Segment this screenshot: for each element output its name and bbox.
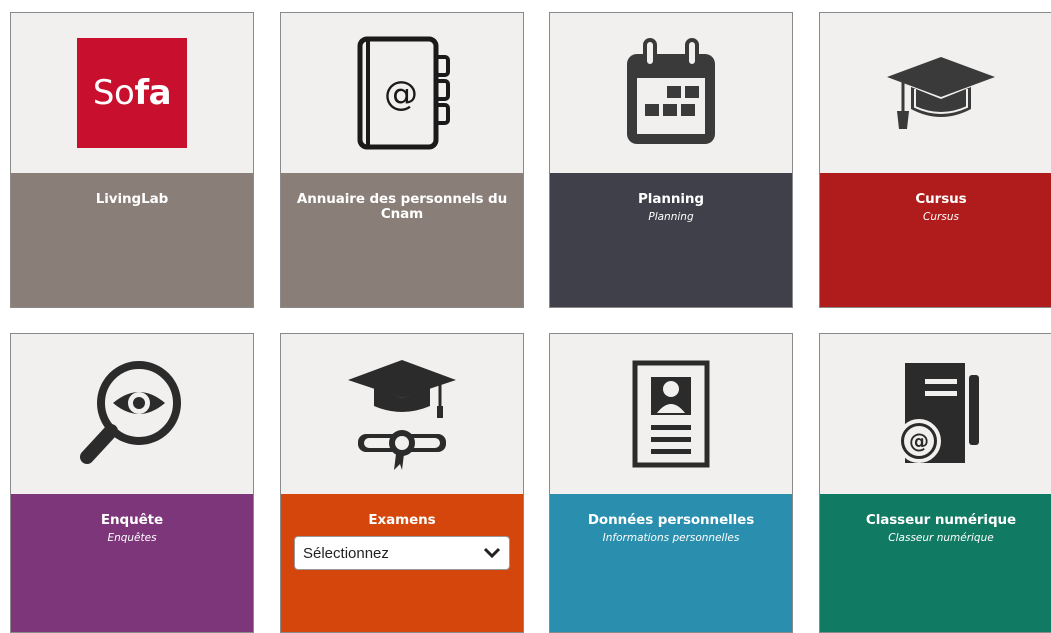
sofa-logo-text-bold: fa xyxy=(134,73,172,113)
folder-at-icon: @ xyxy=(897,363,979,463)
address-book-icon: @ xyxy=(357,36,450,150)
tile-livinglab[interactable]: So fa LivingLab xyxy=(10,12,254,308)
tile-subtitle: Planning xyxy=(648,211,694,223)
tile-label-area: Planning Planning xyxy=(550,173,792,307)
tile-title: LivingLab xyxy=(95,191,169,207)
tile-title: Cursus xyxy=(915,191,967,207)
tile-subtitle: Informations personnelles xyxy=(602,532,740,544)
examens-select[interactable]: Sélectionnez xyxy=(294,536,510,570)
tile-label-area: Classeur numérique Classeur numérique xyxy=(820,494,1051,632)
tile-examens[interactable]: Examens Sélectionnez xyxy=(280,333,524,633)
tile-subtitle: Enquêtes xyxy=(107,532,157,544)
tile-planning[interactable]: Planning Planning xyxy=(549,12,793,308)
tile-icon-area xyxy=(281,334,523,494)
tile-icon-area xyxy=(550,334,792,494)
tile-label-area: Examens Sélectionnez xyxy=(281,494,523,632)
tile-subtitle: Classeur numérique xyxy=(888,532,994,544)
tile-title: Planning xyxy=(638,191,704,207)
tile-label-area: Cursus Cursus xyxy=(820,173,1051,307)
tile-label-area: Annuaire des personnels du Cnam xyxy=(281,173,523,307)
tile-title: Classeur numérique xyxy=(865,512,1017,528)
tile-icon-area: @ xyxy=(281,13,523,173)
tile-title: Annuaire des personnels du Cnam xyxy=(296,191,508,222)
tile-enquete[interactable]: Enquête Enquêtes xyxy=(10,333,254,633)
graduation-cap-icon xyxy=(887,57,995,129)
tile-donnees-personnelles[interactable]: Données personnelles Informations person… xyxy=(549,333,793,633)
tile-icon-area: So fa xyxy=(11,13,253,173)
tile-label-area: Données personnelles Informations person… xyxy=(550,494,792,632)
tile-label-area: Enquête Enquêtes xyxy=(11,494,253,632)
sofa-logo-text-regular: So xyxy=(92,73,135,113)
tile-cursus[interactable]: Cursus Cursus xyxy=(819,12,1051,308)
tile-icon-area: @ xyxy=(820,334,1051,494)
tile-title: Examens xyxy=(368,512,436,528)
calendar-icon xyxy=(627,38,715,144)
svg-text:@: @ xyxy=(384,74,418,114)
tile-icon-area xyxy=(11,334,253,494)
id-document-icon xyxy=(632,360,710,468)
tile-classeur-numerique[interactable]: @ Classeur numérique Classeur numérique xyxy=(819,333,1051,633)
sofa-logo: So fa xyxy=(77,38,187,148)
tile-subtitle: Cursus xyxy=(923,211,959,223)
graduation-diploma-icon xyxy=(348,360,456,470)
tile-annuaire[interactable]: @ Annuaire des personnels du Cnam xyxy=(280,12,524,308)
tile-label-area: LivingLab xyxy=(11,173,253,307)
tile-icon-area xyxy=(550,13,792,173)
svg-text:@: @ xyxy=(909,429,929,453)
tile-title: Données personnelles xyxy=(587,512,755,528)
magnifier-eye-icon xyxy=(80,361,181,464)
examens-select-value: Sélectionnez xyxy=(303,545,389,562)
chevron-down-icon xyxy=(483,547,501,559)
tile-icon-area xyxy=(820,13,1051,173)
tile-title: Enquête xyxy=(100,512,164,528)
